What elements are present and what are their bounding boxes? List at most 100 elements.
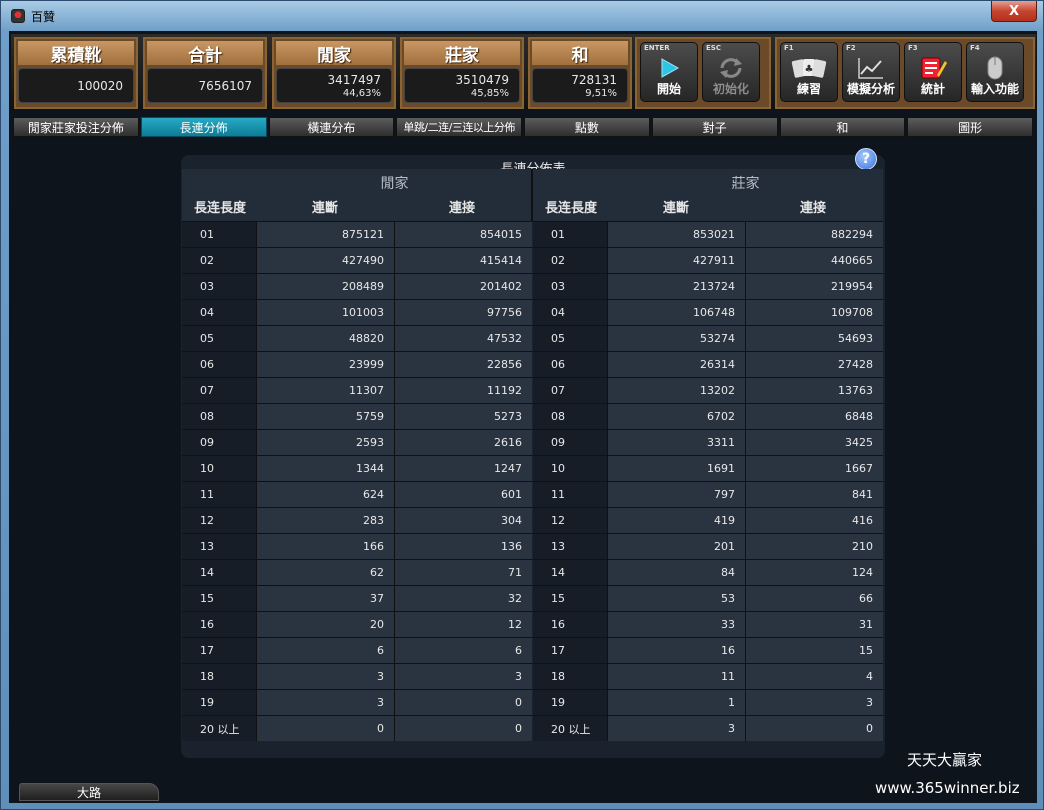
stat-label: 莊家 — [404, 41, 520, 66]
help-icon[interactable]: ? — [855, 148, 877, 170]
break-count-cell: 3311 — [607, 430, 745, 455]
input-function-button[interactable]: F4 輸入功能 — [966, 42, 1024, 102]
table-row: 09 2593 2616 — [182, 429, 532, 455]
tab-points[interactable]: 點數 — [524, 117, 650, 137]
tab-horizontal-distribution[interactable]: 橫連分布 — [268, 117, 395, 137]
tab-tie[interactable]: 和 — [779, 117, 906, 137]
mouse-icon — [967, 55, 1023, 81]
stat-value: 3510479 — [455, 73, 509, 87]
streak-length-cell: 14 — [533, 560, 607, 585]
stat-player: 閒家 3417497 44,63% — [272, 37, 396, 109]
break-count-cell: 5759 — [256, 404, 394, 429]
stat-label: 和 — [532, 41, 628, 66]
streak-length-cell: 11 — [182, 482, 256, 507]
tab-streak-distribution[interactable]: 長連分佈 — [140, 117, 267, 137]
streak-length-cell: 07 — [182, 378, 256, 403]
break-count-cell: 213724 — [607, 274, 745, 299]
table-row: 12 283 304 — [182, 507, 532, 533]
notepad-icon — [905, 55, 961, 81]
table-row: 19 3 0 — [182, 689, 532, 715]
break-count-cell: 875121 — [256, 222, 394, 247]
streak-length-cell: 04 — [533, 300, 607, 325]
practice-button[interactable]: F1 ♣ 練習 — [780, 42, 838, 102]
break-count-cell: 419 — [607, 508, 745, 533]
break-count-cell: 1344 — [256, 456, 394, 481]
break-count-cell: 283 — [256, 508, 394, 533]
continue-count-cell: 136 — [394, 534, 532, 559]
streak-length-cell: 19 — [182, 690, 256, 715]
stat-percent: 44,63% — [342, 88, 381, 99]
stats-toolbar: 累積靴 100020 合計 7656107 閒家 3417497 44,63% … — [11, 34, 1036, 110]
streak-length-cell: 01 — [533, 222, 607, 247]
continue-count-cell: 97756 — [394, 300, 532, 325]
continue-count-cell: 3425 — [745, 430, 883, 455]
refresh-icon — [703, 55, 759, 81]
app-logo-icon — [11, 9, 25, 23]
table-row: 18 11 4 — [533, 663, 883, 689]
streak-length-cell: 02 — [182, 248, 256, 273]
simulation-button[interactable]: F2 模擬分析 — [842, 42, 900, 102]
tab-bet-distribution[interactable]: 閒家莊家投注分佈 — [13, 117, 139, 137]
watermark-title: 天天大贏家 — [907, 751, 983, 769]
table-row: 10 1344 1247 — [182, 455, 532, 481]
break-count-cell: 37 — [256, 586, 394, 611]
tab-big-road[interactable]: 大路 — [19, 783, 159, 801]
col-header-continue: 連接 — [449, 201, 476, 216]
streak-length-cell: 01 — [182, 222, 256, 247]
break-count-cell: 26314 — [607, 352, 745, 377]
streak-length-cell: 03 — [533, 274, 607, 299]
streak-length-cell: 03 — [182, 274, 256, 299]
table-row: 17 6 6 — [182, 637, 532, 663]
app-window: 百贊 X 累積靴 100020 合計 7656107 閒家 3417497 44… — [0, 0, 1044, 810]
table-row: 07 11307 11192 — [182, 377, 532, 403]
start-button[interactable]: ENTER 開始 — [640, 42, 698, 102]
break-count-cell: 2593 — [256, 430, 394, 455]
break-count-cell: 20 — [256, 612, 394, 637]
stat-percent: 9,51% — [585, 88, 617, 99]
streak-length-cell: 11 — [533, 482, 607, 507]
close-button[interactable]: X — [991, 1, 1037, 22]
stat-banker: 莊家 3510479 45,85% — [400, 37, 524, 109]
stat-value: 7656107 — [198, 79, 252, 93]
tab-pairs[interactable]: 對子 — [651, 117, 778, 137]
streak-length-cell: 04 — [182, 300, 256, 325]
watermark-url: www.365winner.biz — [875, 779, 1020, 797]
col-header-break: 連斷 — [663, 201, 690, 216]
continue-count-cell: 841 — [745, 482, 883, 507]
reset-button[interactable]: ESC 初始化 — [702, 42, 760, 102]
continue-count-cell: 0 — [394, 716, 532, 741]
streak-length-cell: 16 — [533, 612, 607, 637]
tab-graph[interactable]: 圖形 — [907, 117, 1033, 137]
break-count-cell: 427911 — [607, 248, 745, 273]
streak-length-cell: 06 — [533, 352, 607, 377]
continue-count-cell: 4 — [745, 664, 883, 689]
banker-title: 莊家 — [731, 176, 760, 192]
streak-length-cell: 09 — [182, 430, 256, 455]
break-count-cell: 23999 — [256, 352, 394, 377]
continue-count-cell: 12 — [394, 612, 532, 637]
table-row: 05 48820 47532 — [182, 325, 532, 351]
continue-count-cell: 882294 — [745, 222, 883, 247]
title-bar: 百贊 X — [1, 1, 1044, 31]
streak-length-cell: 13 — [182, 534, 256, 559]
break-count-cell: 11 — [607, 664, 745, 689]
streak-length-cell: 12 — [182, 508, 256, 533]
table-row: 08 5759 5273 — [182, 403, 532, 429]
tab-jump-distribution[interactable]: 单跳/二连/三连以上分佈 — [396, 117, 522, 137]
table-row: 07 13202 13763 — [533, 377, 883, 403]
table-row: 09 3311 3425 — [533, 429, 883, 455]
col-header-continue: 連接 — [800, 201, 827, 216]
table-row: 15 53 66 — [533, 585, 883, 611]
continue-count-cell: 1247 — [394, 456, 532, 481]
continue-count-cell: 27428 — [745, 352, 883, 377]
cards-icon: ♣ — [781, 55, 837, 81]
statistics-button[interactable]: F3 統計 — [904, 42, 962, 102]
streak-length-cell: 17 — [182, 638, 256, 663]
table-row: 12 419 416 — [533, 507, 883, 533]
break-count-cell: 797 — [607, 482, 745, 507]
window-title: 百贊 — [31, 9, 56, 24]
chart-icon — [843, 55, 899, 81]
player-title: 閒家 — [380, 176, 409, 192]
break-count-cell: 13202 — [607, 378, 745, 403]
continue-count-cell: 219954 — [745, 274, 883, 299]
